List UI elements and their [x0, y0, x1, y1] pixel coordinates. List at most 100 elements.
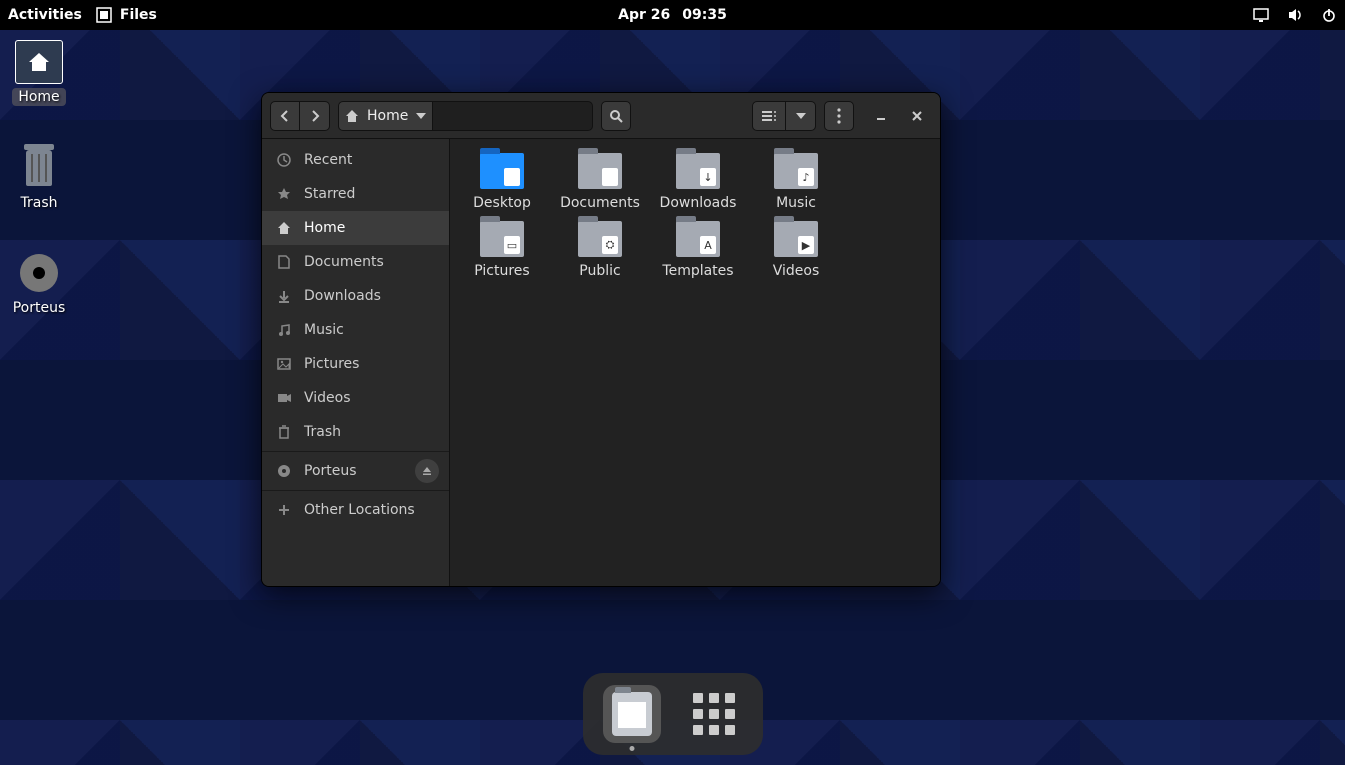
folder-badge-icon: ⛭ [602, 236, 618, 254]
folder-label: Pictures [474, 263, 529, 279]
pathbar[interactable]: Home [338, 101, 433, 131]
sidebar: Recent Starred Home Documents Downloads Music… [262, 139, 450, 586]
path-label: Home [367, 108, 408, 124]
forward-button[interactable] [300, 101, 330, 131]
sidebar-item-music[interactable]: Music [262, 313, 449, 347]
sidebar-item-label: Home [304, 220, 345, 236]
folder-label: Music [776, 195, 816, 211]
desktop-trash-label: Trash [21, 195, 58, 211]
doc-icon [276, 254, 292, 270]
sidebar-item-label: Downloads [304, 288, 381, 304]
folder-videos[interactable]: ▶Videos [752, 221, 840, 279]
desktop-porteus-icon[interactable]: Porteus [5, 250, 73, 316]
panel-date[interactable]: Apr 26 [618, 7, 670, 23]
sidebar-item-downloads[interactable]: Downloads [262, 279, 449, 313]
current-app-menu[interactable]: Files [96, 7, 157, 23]
clock-icon [276, 152, 292, 168]
apps-grid-icon [693, 693, 735, 735]
folder-label: Public [579, 263, 620, 279]
minimize-button[interactable] [866, 101, 896, 131]
folder-badge-icon: ▶ [798, 236, 814, 254]
window-titlebar[interactable]: Home [262, 93, 940, 139]
folder-icon: ⛭ [578, 221, 622, 257]
folder-label: Downloads [660, 195, 737, 211]
folder-label: Documents [560, 195, 640, 211]
folder-documents[interactable]: Documents [556, 153, 644, 211]
folder-icon: ▶ [774, 221, 818, 257]
music-icon [276, 322, 292, 338]
sidebar-item-label: Videos [304, 390, 351, 406]
sidebar-item-label: Pictures [304, 356, 359, 372]
search-button[interactable] [601, 101, 631, 131]
list-view-button[interactable] [752, 101, 786, 131]
sidebar-item-label: Starred [304, 186, 355, 202]
volume-indicator-icon[interactable] [1287, 7, 1303, 23]
home-icon [345, 109, 359, 123]
top-panel: Activities Files Apr 26 09:35 [0, 0, 1345, 30]
power-indicator-icon[interactable] [1321, 7, 1337, 23]
sidebar-item-label: Documents [304, 254, 384, 270]
sidebar-item-starred[interactable]: Starred [262, 177, 449, 211]
folder-badge-icon: A [700, 236, 716, 254]
folder-badge-icon: ▭ [504, 236, 520, 254]
back-button[interactable] [270, 101, 300, 131]
trash-icon [16, 145, 62, 191]
plus-icon [276, 502, 292, 518]
folder-label: Templates [662, 263, 733, 279]
home-icon [276, 220, 292, 236]
path-dropdown-icon[interactable] [416, 112, 426, 120]
sidebar-item-recent[interactable]: Recent [262, 143, 449, 177]
sidebar-item-label: Music [304, 322, 344, 338]
hamburger-menu-button[interactable] [824, 101, 854, 131]
eject-button[interactable] [415, 459, 439, 483]
sidebar-item-videos[interactable]: Videos [262, 381, 449, 415]
activities-button[interactable]: Activities [8, 7, 82, 23]
sidebar-item-home[interactable]: Home [262, 211, 449, 245]
sidebar-item-pictures[interactable]: Pictures [262, 347, 449, 381]
view-buttons [752, 101, 816, 131]
folder-icon: ↓ [676, 153, 720, 189]
panel-time[interactable]: 09:35 [682, 7, 727, 23]
sidebar-item-label: Other Locations [304, 502, 415, 518]
disc-icon [16, 250, 62, 296]
folder-badge-icon [602, 168, 618, 186]
folder-badge-icon [504, 168, 520, 186]
display-indicator-icon[interactable] [1253, 7, 1269, 23]
pic-icon [276, 356, 292, 372]
view-options-button[interactable] [786, 101, 816, 131]
sidebar-item-label: Porteus [304, 463, 357, 479]
folder-pictures[interactable]: ▭ Pictures [458, 221, 546, 279]
desktop-home-icon[interactable]: Home [5, 40, 73, 106]
desktop-trash-icon[interactable]: Trash [5, 145, 73, 211]
files-window: Home [261, 92, 941, 587]
folder-badge-icon: ♪ [798, 168, 814, 186]
folder-icon: ♪ [774, 153, 818, 189]
icon-view[interactable]: Desktop Documents ↓ Downloads ♪ Music ▭ Pictur… [450, 139, 940, 586]
folder-desktop[interactable]: Desktop [458, 153, 546, 211]
sidebar-item-label: Trash [304, 424, 341, 440]
sidebar-item-documents[interactable]: Documents [262, 245, 449, 279]
sidebar-item-trash[interactable]: Trash [262, 415, 449, 449]
folder-label: Desktop [473, 195, 531, 211]
folder-music[interactable]: ♪ Music [752, 153, 840, 211]
close-button[interactable] [902, 101, 932, 131]
folder-icon [578, 153, 622, 189]
sidebar-item-label: Recent [304, 152, 352, 168]
dock [583, 673, 763, 755]
dock-files-button[interactable] [603, 685, 661, 743]
sidebar-item-porteus[interactable]: Porteus [262, 454, 449, 488]
files-icon [612, 692, 652, 736]
folder-templates[interactable]: A Templates [654, 221, 742, 279]
folder-public[interactable]: ⛭ Public [556, 221, 644, 279]
sidebar-item-other-locations[interactable]: Other Locations [262, 493, 449, 527]
dock-show-apps-button[interactable] [685, 685, 743, 743]
desktop-porteus-label: Porteus [13, 300, 66, 316]
trash-icon [276, 424, 292, 440]
location-entry[interactable] [433, 101, 593, 131]
folder-icon [480, 153, 524, 189]
folder-icon: A [676, 221, 720, 257]
disc-icon [276, 463, 292, 479]
folder-downloads[interactable]: ↓ Downloads [654, 153, 742, 211]
star-icon [276, 186, 292, 202]
video-icon [276, 390, 292, 406]
